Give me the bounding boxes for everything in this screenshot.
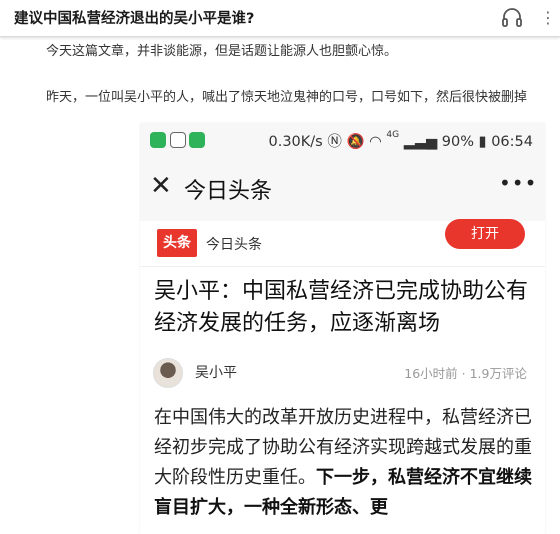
- wechat-notification-icon: [150, 132, 166, 148]
- wifi-icon: ◠: [369, 134, 382, 150]
- headphones-icon[interactable]: [500, 5, 524, 29]
- intro-paragraph: 今天这篇文章，并非谈能源，但是话题让能源人也胆颤心惊。: [46, 44, 398, 59]
- status-indicators: 0.30K/s Ⓝ 🔕 ◠ 4G ▂▃▅ 90% ▮ 06:54: [268, 130, 533, 151]
- open-app-button[interactable]: 打开: [445, 219, 525, 249]
- avatar[interactable]: [153, 358, 183, 388]
- close-icon[interactable]: ✕: [150, 173, 172, 199]
- author-name[interactable]: 吴小平: [195, 362, 237, 382]
- wechat-notification-icon-2: [189, 132, 205, 148]
- battery-level: 90%: [441, 134, 474, 150]
- context-paragraph: 昨天，一位叫吴小平的人，喊出了惊天地泣鬼神的口号，口号如下，然后很快被删掉: [46, 90, 528, 105]
- battery-icon: ▮: [478, 134, 487, 150]
- nav-title: 今日头条: [184, 179, 273, 204]
- clock: 06:54: [491, 134, 533, 150]
- nfc-icon: Ⓝ: [327, 134, 342, 150]
- signal-icon: ▂▃▅: [403, 134, 438, 150]
- app-name: 今日头条: [206, 237, 262, 253]
- phone-status-bar: 0.30K/s Ⓝ 🔕 ◠ 4G ▂▃▅ 90% ▮ 06:54: [140, 123, 545, 159]
- article-title: 建议中国私营经济退出的吴小平是谁?: [14, 11, 255, 27]
- article-meta: 16小时前 · 1.9万评论: [404, 363, 527, 382]
- app-notification-icon: [170, 132, 186, 148]
- meta-separator: ·: [461, 366, 466, 381]
- publish-time: 16小时前: [404, 366, 458, 381]
- toutiao-logo: 头条: [157, 229, 197, 257]
- overflow-menu-icon[interactable]: ⋮: [540, 8, 556, 27]
- article-body: 在中国伟大的改革开放历史进程中，私营经济已经初步完成了协助公有经济实现跨越式发展…: [154, 403, 539, 523]
- network-type: 4G: [386, 130, 400, 140]
- more-options-icon[interactable]: •••: [499, 171, 537, 195]
- article-header-bar: 建议中国私营经济退出的吴小平是谁? ⋮: [0, 0, 560, 37]
- comment-count[interactable]: 1.9万评论: [470, 366, 527, 381]
- browser-navbar: ✕ 今日头条 •••: [140, 159, 545, 222]
- mute-icon: 🔕: [346, 134, 365, 150]
- article-headline: 吴小平：中国私营经济已完成协助公有经济发展的任务，应逐渐离场: [154, 279, 529, 336]
- embedded-phone-screenshot: 0.30K/s Ⓝ 🔕 ◠ 4G ▂▃▅ 90% ▮ 06:54 ✕ 今日头条 …: [140, 123, 545, 534]
- network-speed: 0.30K/s: [268, 134, 323, 150]
